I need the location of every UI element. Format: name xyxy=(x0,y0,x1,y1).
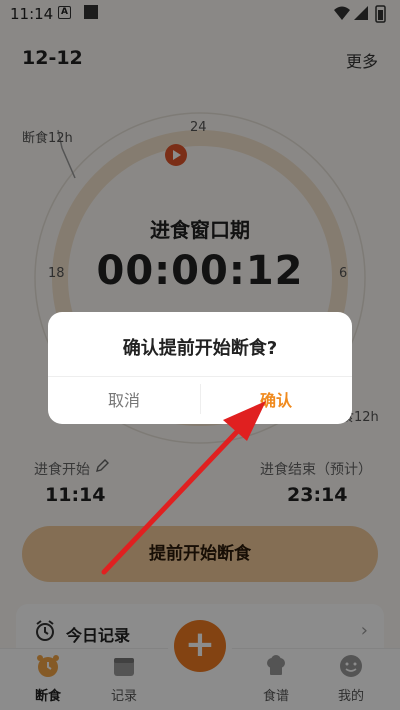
dialog-title: 确认提前开始断食? xyxy=(122,338,278,359)
confirm-button[interactable]: 确认 xyxy=(200,377,352,424)
confirm-dialog: 确认提前开始断食? 取消 确认 xyxy=(48,312,352,424)
cancel-button[interactable]: 取消 xyxy=(48,377,200,424)
